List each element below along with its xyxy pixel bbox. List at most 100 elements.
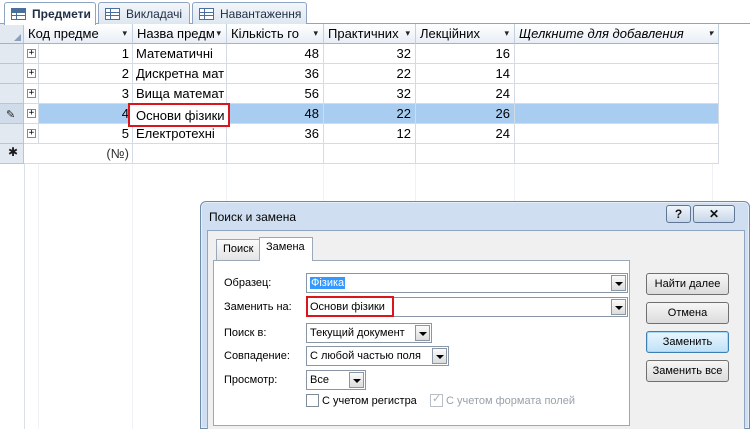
cell-empty[interactable] xyxy=(515,44,719,64)
cell-lectures[interactable]: 24 xyxy=(416,84,515,104)
cell-code[interactable]: 4 xyxy=(39,104,133,124)
subdatasheet-expander[interactable]: + xyxy=(24,124,39,144)
expand-plus-icon: + xyxy=(27,128,36,138)
expand-plus-icon: + xyxy=(27,88,36,98)
tab-navantazhennia[interactable]: Навантаження xyxy=(192,2,307,25)
cell-empty[interactable] xyxy=(515,84,719,104)
tab-predmety[interactable]: Предмети xyxy=(4,2,96,25)
column-header-practical[interactable]: Практичних ▾ xyxy=(324,24,416,44)
cell-lectures[interactable]: 16 xyxy=(416,44,515,64)
dropdown-arrow-icon[interactable] xyxy=(611,275,626,291)
cell-empty[interactable] xyxy=(515,64,719,84)
dropdown-arrow-icon: ▾ xyxy=(405,28,410,38)
match-case-label: С учетом регистра xyxy=(322,394,417,407)
cell-code[interactable]: 5 xyxy=(39,124,133,144)
cell-empty[interactable] xyxy=(227,144,324,164)
match-label: Совпадение: xyxy=(224,350,290,362)
table-row[interactable]: + 2 Дискретна мат 36 22 14 xyxy=(0,64,719,84)
search-direction-combobox[interactable]: Все xyxy=(306,370,366,390)
cell-lectures[interactable]: 26 xyxy=(416,104,515,124)
record-selector[interactable] xyxy=(0,64,24,84)
cell-code-new[interactable]: (№) xyxy=(24,144,133,164)
tab-find[interactable]: Поиск xyxy=(216,239,260,260)
find-next-button[interactable]: Найти далее xyxy=(646,273,729,295)
column-header-add-field[interactable]: Щелкните для добавления ▾ xyxy=(515,24,719,44)
cell-lectures[interactable]: 24 xyxy=(416,124,515,144)
table-row[interactable]: + 1 Математичні 48 32 16 xyxy=(0,44,719,64)
subdatasheet-expander[interactable]: + xyxy=(24,44,39,64)
select-all-corner[interactable] xyxy=(0,24,24,44)
search-direction-label: Просмотр: xyxy=(224,374,278,386)
look-in-combobox[interactable]: Текущий документ xyxy=(306,323,432,343)
dialog-body: Поиск Замена Образец: Фізика Заменить на… xyxy=(207,230,745,429)
column-header-hours[interactable]: Кількість го ▾ xyxy=(227,24,324,44)
column-header-name[interactable]: Назва предм ▾ xyxy=(133,24,227,44)
record-selector[interactable]: ✎ xyxy=(0,104,24,124)
cell-empty[interactable] xyxy=(133,144,227,164)
cancel-button[interactable]: Отмена xyxy=(646,302,729,324)
cell-hours[interactable]: 48 xyxy=(227,44,324,64)
replace-tab-panel: Образец: Фізика Заменить на: Основи фізи… xyxy=(213,260,630,426)
tab-vykladachi[interactable]: Викладачі xyxy=(98,2,190,25)
tab-label: Викладачі xyxy=(126,7,183,21)
subdatasheet-expander[interactable]: + xyxy=(24,104,39,124)
match-combobox[interactable]: С любой частью поля xyxy=(306,346,449,366)
help-button[interactable]: ? xyxy=(666,205,691,223)
find-what-value: Фізика xyxy=(310,277,346,289)
cell-name[interactable]: Електротехні xyxy=(133,124,227,144)
match-case-checkbox[interactable]: С учетом регистра xyxy=(306,394,417,407)
column-header-lectures[interactable]: Лекційних ▾ xyxy=(416,24,515,44)
cell-hours[interactable]: 36 xyxy=(227,64,324,84)
checkbox-box[interactable] xyxy=(306,394,319,407)
find-what-combobox[interactable]: Фізика xyxy=(306,273,628,293)
column-header-code[interactable]: Код предме ▾ xyxy=(24,24,133,44)
cell-hours[interactable]: 56 xyxy=(227,84,324,104)
record-selector[interactable] xyxy=(0,124,24,144)
subdatasheet-expander[interactable]: + xyxy=(24,64,39,84)
dropdown-arrow-icon: ▾ xyxy=(216,28,221,38)
new-record-row[interactable]: ✱ (№) xyxy=(0,144,719,164)
cell-practical[interactable]: 22 xyxy=(324,64,416,84)
table-icon xyxy=(105,8,120,20)
table-row[interactable]: + 3 Вища математ 56 32 24 xyxy=(0,84,719,104)
cell-practical[interactable]: 32 xyxy=(324,84,416,104)
new-record-star-icon: ✱ xyxy=(8,145,19,159)
cell-empty[interactable] xyxy=(515,124,719,144)
subdatasheet-expander[interactable]: + xyxy=(24,84,39,104)
dropdown-arrow-icon[interactable] xyxy=(349,372,364,388)
cell-hours[interactable]: 36 xyxy=(227,124,324,144)
dropdown-arrow-icon[interactable] xyxy=(432,348,447,364)
replace-all-button[interactable]: Заменить все xyxy=(646,360,729,382)
cell-name[interactable]: Вища математ xyxy=(133,84,227,104)
cell-code[interactable]: 3 xyxy=(39,84,133,104)
cell-name[interactable]: Математичні xyxy=(133,44,227,64)
cell-practical[interactable]: 12 xyxy=(324,124,416,144)
record-selector[interactable] xyxy=(0,44,24,64)
cell-code[interactable]: 2 xyxy=(39,64,133,84)
cell-practical[interactable]: 22 xyxy=(324,104,416,124)
close-button[interactable]: ✕ xyxy=(693,205,735,223)
table-row-selected[interactable]: ✎ + 4 48 22 26 xyxy=(0,104,719,124)
pencil-edit-icon: ✎ xyxy=(6,109,16,121)
record-selector[interactable] xyxy=(0,84,24,104)
cell-empty[interactable] xyxy=(324,144,416,164)
dropdown-arrow-icon[interactable] xyxy=(415,325,430,341)
dropdown-arrow-icon[interactable] xyxy=(611,299,626,315)
cell-name[interactable]: Дискретна мат xyxy=(133,64,227,84)
cell-practical[interactable]: 32 xyxy=(324,44,416,64)
tab-replace[interactable]: Замена xyxy=(259,237,313,261)
table-row[interactable]: + 5 Електротехні 36 12 24 xyxy=(0,124,719,144)
record-selector[interactable]: ✱ xyxy=(0,144,24,164)
dropdown-arrow-icon: ▾ xyxy=(122,28,127,38)
cell-lectures[interactable]: 14 xyxy=(416,64,515,84)
find-replace-dialog: Поиск и замена ? ✕ Поиск Замена Образец:… xyxy=(200,201,750,429)
cell-empty[interactable] xyxy=(515,104,719,124)
tab-label: Предмети xyxy=(32,7,91,21)
cell-code[interactable]: 1 xyxy=(39,44,133,64)
expand-plus-icon: + xyxy=(27,68,36,78)
cell-empty[interactable] xyxy=(515,144,719,164)
edited-cell-highlight[interactable]: Основи фізики xyxy=(128,103,230,127)
cell-empty[interactable] xyxy=(416,144,515,164)
replace-button[interactable]: Заменить xyxy=(646,331,729,353)
cell-hours[interactable]: 48 xyxy=(227,104,324,124)
